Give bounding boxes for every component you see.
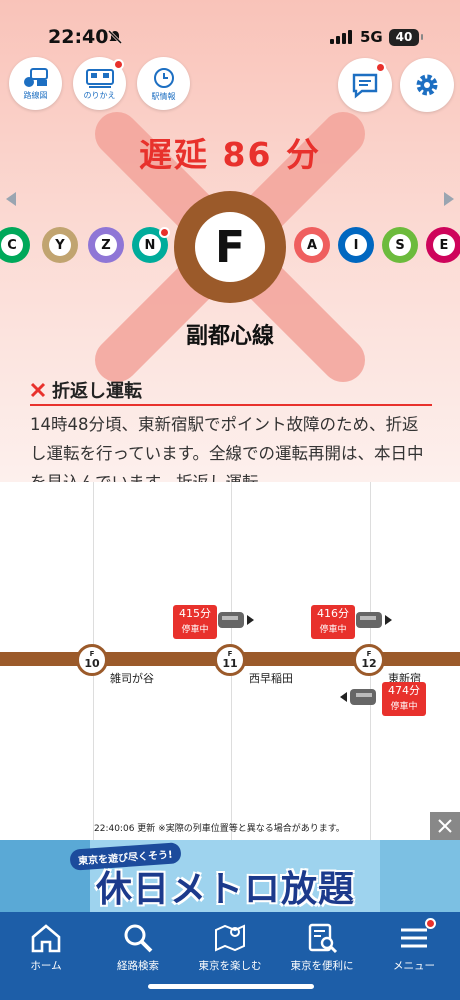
clock-icon xyxy=(153,67,174,88)
train-state: 停車中 xyxy=(181,625,209,635)
banner-title: 休日メトロ放題 xyxy=(96,869,356,910)
notification-dot xyxy=(425,918,436,929)
messages-button[interactable] xyxy=(338,58,392,112)
train-state: 停車中 xyxy=(319,625,347,635)
notice-body: 14時48分頃、東新宿駅でポイント故障のため、折返し運転を行っています。全線での… xyxy=(30,415,424,482)
train-delay: 416分 xyxy=(317,607,349,620)
delay-minutes: 遅延 86 分 xyxy=(139,135,321,174)
train-state: 停車中 xyxy=(390,702,418,712)
current-line-letter: F xyxy=(195,212,265,282)
network-type: 5G xyxy=(360,28,383,46)
banner-close-button[interactable] xyxy=(430,812,460,840)
nav-useful-tokyo-label: 東京を便利に xyxy=(290,960,354,972)
line-name: 副都心線 xyxy=(185,324,274,349)
line-i-letter: I xyxy=(345,234,367,256)
next-line-arrow[interactable] xyxy=(444,192,454,206)
route-map-button[interactable]: 路線図 xyxy=(9,57,62,110)
station-number: 12 xyxy=(361,657,377,670)
alert-dot xyxy=(159,227,170,238)
map-pin-icon xyxy=(215,924,245,952)
nav-home[interactable]: ホーム xyxy=(0,912,92,1000)
station-info-button[interactable]: 駅情報 xyxy=(137,57,190,110)
promo-banner[interactable]: 東京を遊び尽くそう! 休日メトロ放題 xyxy=(0,840,460,912)
line-i-button[interactable]: I xyxy=(338,227,374,263)
train-delay: 474分 xyxy=(388,684,420,697)
chat-icon xyxy=(352,73,378,99)
route-map-icon xyxy=(23,67,48,87)
notification-dot xyxy=(113,59,124,70)
line-c-button[interactable]: C xyxy=(0,227,30,263)
search-icon xyxy=(124,924,153,953)
nav-enjoy-tokyo-label: 東京を楽しむ xyxy=(198,960,262,972)
train-badge[interactable]: 474分 停車中 xyxy=(382,682,426,716)
line-y-letter: Y xyxy=(49,234,71,256)
station-name: 西早稲田 xyxy=(249,672,293,685)
close-icon xyxy=(438,819,452,833)
route-map-label: 路線図 xyxy=(23,90,48,100)
station-info-label: 駅情報 xyxy=(151,91,176,101)
prev-line-arrow[interactable] xyxy=(6,192,16,206)
nav-home-label: ホーム xyxy=(30,960,62,972)
line-e-letter: E xyxy=(433,234,455,256)
update-time: 22:40:06 xyxy=(94,824,135,834)
train-icon xyxy=(356,612,392,628)
close-x-icon xyxy=(30,382,46,398)
line-y-button[interactable]: Y xyxy=(42,227,78,263)
line-z-letter: Z xyxy=(95,234,117,256)
station-f10[interactable]: F 10 xyxy=(76,644,108,676)
transfer-icon xyxy=(85,68,114,88)
station-f11[interactable]: F 11 xyxy=(214,644,246,676)
line-s-button[interactable]: S xyxy=(382,227,418,263)
train-position-map[interactable]: F 10 雑司が谷 F 11 西早稲田 F 12 東新宿 415分 停車中 41… xyxy=(0,482,460,840)
line-e-button[interactable]: E xyxy=(426,227,460,263)
notification-dot xyxy=(375,62,386,73)
banner-illustration xyxy=(380,840,460,912)
line-n-button[interactable]: N xyxy=(132,227,170,263)
station-name: 雑司が谷 xyxy=(110,672,154,685)
settings-button[interactable] xyxy=(400,58,454,112)
document-search-icon xyxy=(308,923,338,954)
station-f12[interactable]: F 12 xyxy=(353,644,385,676)
mute-bell-icon xyxy=(107,29,123,45)
battery-icon: 40 xyxy=(389,29,423,46)
nav-menu[interactable]: メニュー xyxy=(368,912,460,1000)
status-time: 22:40 xyxy=(48,26,109,48)
transfer-label: のりかえ xyxy=(83,90,116,100)
line-a-button[interactable]: A xyxy=(294,227,330,263)
line-c-letter: C xyxy=(1,234,23,256)
station-number: 11 xyxy=(222,657,238,670)
train-icon xyxy=(218,612,254,628)
nav-route-search-label: 経路検索 xyxy=(117,960,159,972)
signal-icon xyxy=(330,30,352,44)
line-z-button[interactable]: Z xyxy=(88,227,124,263)
update-footnote: 22:40:06 更新 ※実際の列車位置等と異なる場合があります。 xyxy=(94,821,345,834)
train-delay: 415分 xyxy=(179,607,211,620)
line-status-panel: 22:40 5G 40 路線図 のりかえ 駅情報 遅延 86 分 C Y Z N… xyxy=(0,0,460,482)
notice-heading: 折返し運転 xyxy=(30,376,432,406)
home-icon xyxy=(31,924,61,953)
train-badge[interactable]: 416分 停車中 xyxy=(311,605,355,639)
nav-menu-label: メニュー xyxy=(393,960,435,972)
line-s-letter: S xyxy=(389,234,411,256)
transfer-button[interactable]: のりかえ xyxy=(73,57,126,110)
status-bar: 22:40 5G 40 xyxy=(0,0,460,60)
update-note: 更新 ※実際の列車位置等と異なる場合があります。 xyxy=(137,824,345,834)
train-icon xyxy=(340,689,376,705)
line-a-letter: A xyxy=(301,234,323,256)
notice-title: 折返し運転 xyxy=(52,381,142,402)
station-number: 10 xyxy=(84,657,100,670)
line-n-letter: N xyxy=(139,234,161,256)
current-line-badge: F xyxy=(174,191,286,303)
gear-icon xyxy=(416,74,438,96)
home-indicator[interactable] xyxy=(148,984,314,989)
train-badge[interactable]: 415分 停車中 xyxy=(173,605,217,639)
